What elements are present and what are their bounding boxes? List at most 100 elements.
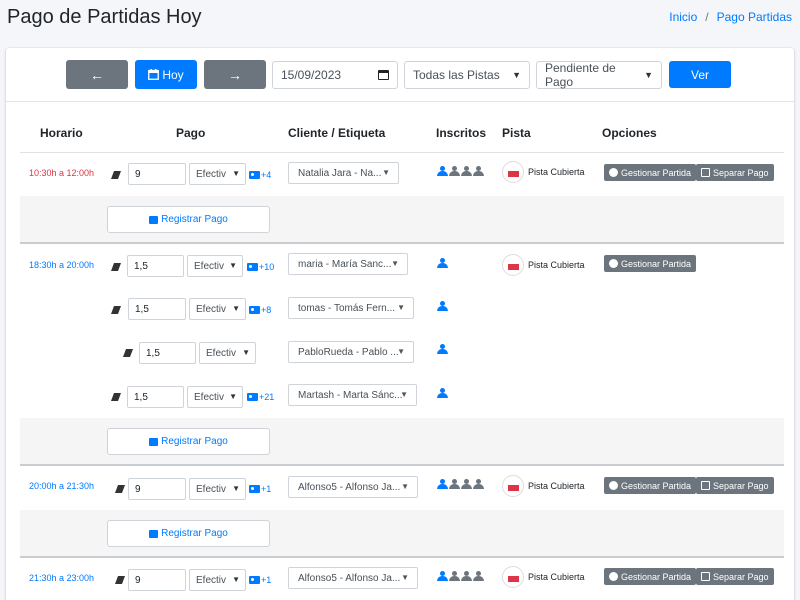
- amount-input[interactable]: 9: [128, 478, 186, 500]
- ver-button[interactable]: Ver: [669, 61, 731, 88]
- payment-method-select[interactable]: Efectiv ▼: [189, 163, 246, 185]
- eraser-icon[interactable]: [111, 306, 121, 314]
- gestionar-partida-button[interactable]: Gestionar Partida: [604, 164, 697, 181]
- chevron-down-icon: ▼: [512, 70, 521, 80]
- calendar-icon: [148, 69, 160, 80]
- payment-method-select[interactable]: Efectiv ▼: [187, 386, 243, 408]
- amount-input[interactable]: 9: [128, 163, 186, 185]
- registrar-pago-button[interactable]: Registrar Pago: [107, 428, 270, 455]
- pista-name: Pista Cubierta: [528, 481, 585, 491]
- player-tag: +8: [249, 305, 271, 315]
- user-icon: [461, 571, 472, 581]
- separar-pago-button[interactable]: Separar Pago: [696, 477, 774, 494]
- next-day-button[interactable]: →: [204, 60, 266, 89]
- client-select[interactable]: tomas - Tomás Fern... ▼: [288, 297, 414, 319]
- separar-pago-button[interactable]: Separar Pago: [696, 164, 774, 181]
- match-time: 18:30h a 20:00h: [29, 260, 95, 270]
- client-value: maria - María Sanc...: [298, 258, 392, 270]
- prev-day-button[interactable]: ←: [66, 60, 128, 89]
- match-time: 10:30h a 12:00h: [29, 168, 95, 178]
- payment-method-value: Efectiv: [196, 168, 227, 180]
- user-icon: [473, 166, 484, 176]
- copy-icon: [701, 481, 710, 490]
- registrar-pago-button[interactable]: Registrar Pago: [107, 520, 270, 547]
- club-logo: [502, 566, 524, 588]
- pista-name: Pista Cubierta: [528, 572, 585, 582]
- payment-method-select[interactable]: Efectiv ▼: [187, 255, 243, 277]
- match-time: 21:30h a 23:00h: [29, 573, 95, 583]
- client-select[interactable]: maria - María Sanc... ▼: [288, 253, 408, 275]
- player-tag: +4: [249, 170, 271, 180]
- date-value: 15/09/2023: [281, 68, 342, 82]
- inscritos-icons: [437, 258, 448, 268]
- estado-select[interactable]: Pendiente de Pago ▼: [536, 61, 662, 89]
- pista-cell: Pista Cubierta: [502, 254, 585, 276]
- client-select[interactable]: PabloRueda - Pablo ... ▼: [288, 341, 414, 363]
- chevron-down-icon: ▼: [232, 575, 240, 584]
- client-value: Natalia Jara - Na...: [298, 167, 382, 179]
- eraser-icon[interactable]: [123, 349, 133, 357]
- separar-label: Separar Pago: [713, 571, 769, 582]
- breadcrumb-separator: /: [705, 10, 709, 24]
- pista-cell: Pista Cubierta: [502, 161, 585, 183]
- gestionar-partida-button[interactable]: Gestionar Partida: [604, 477, 697, 494]
- user-icon: [437, 479, 448, 489]
- pista-name: Pista Cubierta: [528, 167, 585, 177]
- cash-register-icon: [149, 437, 159, 446]
- amount-input[interactable]: 9: [128, 569, 186, 591]
- arrow-left-icon: ←: [90, 66, 104, 83]
- client-select[interactable]: Alfonso5 - Alfonso Ja... ▼: [288, 476, 418, 498]
- registrar-pago-button[interactable]: Registrar Pago: [107, 206, 270, 233]
- amount-input[interactable]: 1,5: [128, 298, 186, 320]
- eraser-icon[interactable]: [111, 263, 121, 271]
- date-input[interactable]: 15/09/2023: [272, 61, 398, 89]
- user-icon: [437, 258, 448, 268]
- chevron-down-icon: ▼: [401, 482, 409, 491]
- separar-pago-button[interactable]: Separar Pago: [696, 568, 774, 585]
- chevron-down-icon: ▼: [232, 169, 240, 178]
- client-value: PabloRueda - Pablo ...: [298, 346, 399, 358]
- circle-icon: [609, 481, 618, 490]
- player-tag: +10: [247, 262, 274, 272]
- client-select[interactable]: Natalia Jara - Na... ▼: [288, 162, 399, 184]
- eraser-icon[interactable]: [111, 393, 121, 401]
- user-icon: [449, 571, 460, 581]
- player-tag-count: +1: [261, 575, 272, 585]
- inscritos-icons: [437, 388, 448, 398]
- amount-input[interactable]: 1,5: [127, 255, 184, 277]
- chevron-down-icon: ▼: [397, 347, 405, 356]
- eraser-icon[interactable]: [111, 171, 121, 179]
- player-tag-count: +4: [261, 170, 272, 180]
- gestionar-label: Gestionar Partida: [621, 258, 692, 269]
- amount-input[interactable]: 1,5: [127, 386, 184, 408]
- payment-method-select[interactable]: Efectiv ▼: [189, 569, 246, 591]
- breadcrumb-current-link[interactable]: Pago Partidas: [717, 10, 792, 24]
- payment-method-value: Efectiv: [194, 260, 225, 272]
- eraser-icon[interactable]: [115, 576, 125, 584]
- client-select[interactable]: Martash - Marta Sánc... ▼: [288, 384, 417, 406]
- payment-method-select[interactable]: Efectiv ▼: [199, 342, 256, 364]
- eraser-icon[interactable]: [115, 485, 125, 493]
- chevron-down-icon: ▼: [382, 168, 390, 177]
- col-opciones: Opciones: [602, 126, 657, 140]
- pista-cell: Pista Cubierta: [502, 475, 585, 497]
- registrar-label: Registrar Pago: [161, 436, 228, 447]
- user-icon: [449, 166, 460, 176]
- id-card-icon: [247, 393, 258, 401]
- id-card-icon: [249, 485, 260, 493]
- breadcrumb-home-link[interactable]: Inicio: [669, 10, 697, 24]
- registrar-label: Registrar Pago: [161, 528, 228, 539]
- payment-method-select[interactable]: Efectiv ▼: [189, 478, 246, 500]
- payment-method-select[interactable]: Efectiv ▼: [189, 298, 246, 320]
- chevron-down-icon: ▼: [232, 304, 240, 313]
- gestionar-partida-button[interactable]: Gestionar Partida: [604, 255, 697, 272]
- client-select[interactable]: Alfonso5 - Alfonso Ja... ▼: [288, 567, 418, 589]
- date-picker-icon[interactable]: [378, 70, 389, 80]
- chevron-down-icon: ▼: [242, 348, 250, 357]
- today-button[interactable]: Hoy: [135, 60, 197, 89]
- inscritos-icons: [437, 571, 484, 581]
- gestionar-partida-button[interactable]: Gestionar Partida: [604, 568, 697, 585]
- amount-input[interactable]: 1,5: [139, 342, 196, 364]
- pista-select[interactable]: Todas las Pistas ▼: [404, 61, 530, 89]
- client-value: Martash - Marta Sánc...: [298, 389, 403, 401]
